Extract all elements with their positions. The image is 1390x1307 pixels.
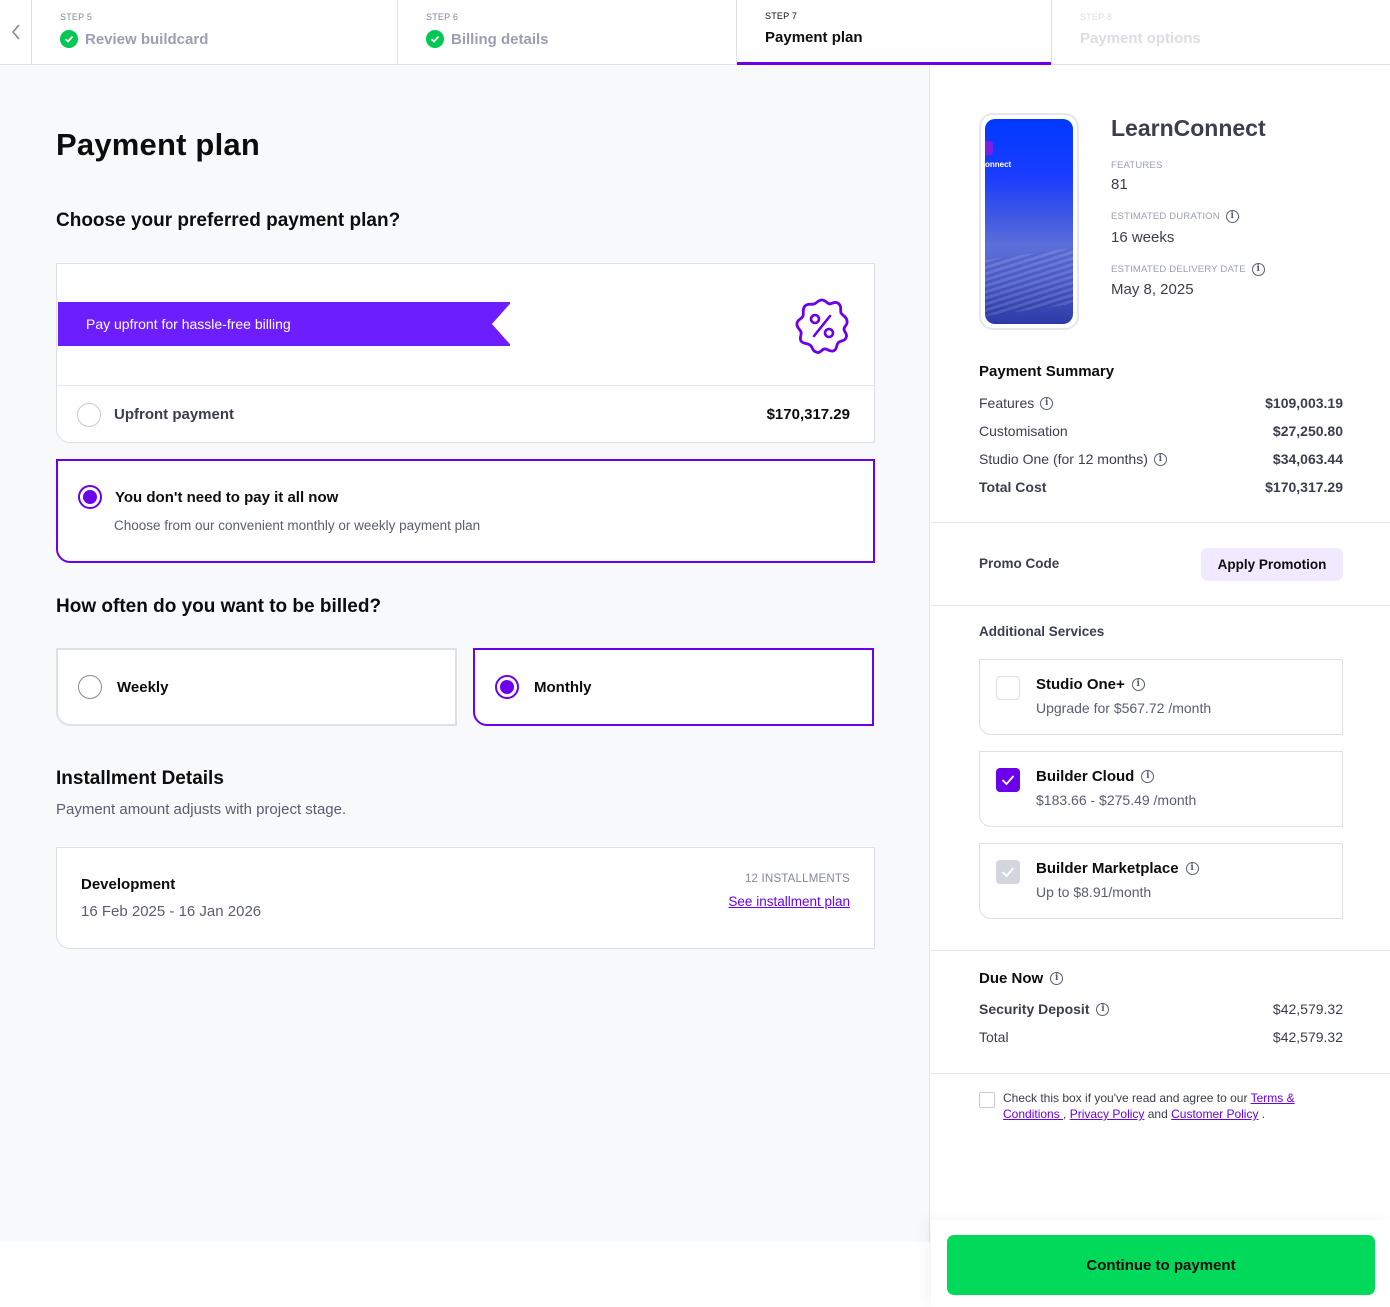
due-now-title: Due Now i xyxy=(979,970,1064,987)
app-preview: onnect xyxy=(979,113,1079,330)
service-builder-cloud[interactable]: Builder Cloud i $183.66 - $275.49 /month xyxy=(979,751,1343,827)
monthly-radio[interactable] xyxy=(495,675,519,699)
frequency-monthly-option[interactable]: Monthly xyxy=(473,648,874,726)
additional-services-title: Additional Services xyxy=(979,624,1105,639)
weekly-radio[interactable] xyxy=(78,675,102,699)
upfront-radio[interactable] xyxy=(77,402,101,427)
info-icon[interactable]: i xyxy=(1153,452,1167,466)
installment-plan-card[interactable]: You don't need to pay it all now Choose … xyxy=(56,459,875,563)
frequency-weekly-option[interactable]: Weekly xyxy=(56,648,457,726)
terms-agreement: Check this box if you've read and agree … xyxy=(979,1090,1343,1122)
customer-policy-link[interactable]: Customer Policy xyxy=(1171,1107,1258,1121)
summary-row-features: Features i $109,003.19 xyxy=(979,395,1343,411)
step-title: Payment options xyxy=(1080,30,1201,47)
info-icon[interactable]: i xyxy=(1131,678,1145,691)
builder-cloud-checkbox[interactable] xyxy=(996,768,1020,792)
step-number: STEP 7 xyxy=(765,11,798,21)
monthly-label: Monthly xyxy=(534,678,592,696)
divider xyxy=(931,950,1390,951)
main-footer xyxy=(0,1242,930,1307)
completed-check-icon xyxy=(426,30,444,48)
order-summary-sidebar: onnect LearnConnect FEATURES 81 ESTIMATE… xyxy=(931,65,1390,1307)
plan-question: Choose your preferred payment plan? xyxy=(56,210,401,231)
back-button[interactable] xyxy=(0,0,32,64)
info-icon[interactable]: i xyxy=(1141,770,1155,783)
promo-code-label: Promo Code xyxy=(979,556,1060,571)
step-payment-plan[interactable]: STEP 7 Payment plan xyxy=(737,0,1052,65)
step-title: Billing details xyxy=(451,30,549,48)
info-icon[interactable]: i xyxy=(1251,263,1265,276)
continue-to-payment-button[interactable]: Continue to payment xyxy=(947,1235,1375,1295)
discount-badge-icon xyxy=(795,298,849,354)
service-builder-marketplace: Builder Marketplace i Up to $8.91/month xyxy=(979,843,1343,919)
step-review-buildcard[interactable]: STEP 5 Review buildcard xyxy=(32,0,398,64)
info-icon[interactable]: i xyxy=(1185,862,1199,875)
checkmark-icon xyxy=(1001,867,1015,878)
divider xyxy=(931,1073,1390,1074)
project-name: LearnConnect xyxy=(1111,115,1266,141)
checkout-stepper: STEP 5 Review buildcard STEP 6 Billing d… xyxy=(0,0,1390,65)
divider xyxy=(931,605,1390,606)
upfront-price: $170,317.29 xyxy=(766,406,850,423)
terms-checkbox[interactable] xyxy=(979,1092,995,1108)
step-title: Review buildcard xyxy=(85,30,209,48)
studio-one-plus-checkbox[interactable] xyxy=(996,676,1020,700)
installment-description: Choose from our convenient monthly or we… xyxy=(114,518,481,533)
app-logo-icon xyxy=(985,141,993,155)
installment-details-subtitle: Payment amount adjusts with project stag… xyxy=(56,801,347,818)
divider xyxy=(931,522,1390,523)
installment-radio[interactable] xyxy=(78,485,102,509)
security-deposit-row: Security Deposit i $42,579.32 xyxy=(979,1001,1343,1017)
summary-row-customisation: Customisation $27,250.80 xyxy=(979,423,1343,439)
duration-label: ESTIMATED DURATION i xyxy=(1111,210,1239,223)
step-payment-options: STEP 8 Payment options xyxy=(1052,0,1390,64)
step-billing-details[interactable]: STEP 6 Billing details xyxy=(398,0,737,64)
installment-details-title: Installment Details xyxy=(56,768,224,789)
features-value: 81 xyxy=(1111,176,1128,193)
upfront-banner: Pay upfront for hassle-free billing xyxy=(57,264,874,386)
installment-label: You don't need to pay it all now xyxy=(115,488,339,506)
builder-marketplace-checkbox xyxy=(996,860,1020,884)
checkmark-icon xyxy=(1001,775,1015,786)
frequency-question: How often do you want to be billed? xyxy=(56,596,382,617)
installment-stage-card: Development 16 Feb 2025 - 16 Jan 2026 12… xyxy=(56,847,875,949)
installment-count: 12 INSTALLMENTS xyxy=(744,873,850,885)
upfront-label: Upfront payment xyxy=(114,406,234,423)
summary-row-total: Total Cost $170,317.29 xyxy=(979,479,1343,495)
payment-summary-title: Payment Summary xyxy=(979,363,1115,380)
payment-plan-main: Payment plan Choose your preferred payme… xyxy=(0,65,930,1242)
delivery-value: May 8, 2025 xyxy=(1111,281,1194,298)
stage-dates: 16 Feb 2025 - 16 Jan 2026 xyxy=(81,903,262,920)
app-preview-screen: onnect xyxy=(985,119,1073,324)
completed-check-icon xyxy=(60,30,78,48)
step-title: Payment plan xyxy=(765,29,863,46)
app-preview-name: onnect xyxy=(985,160,1012,169)
see-installment-plan-link[interactable]: See installment plan xyxy=(728,894,850,909)
stage-name: Development xyxy=(81,876,176,893)
privacy-policy-link[interactable]: Privacy Policy xyxy=(1070,1107,1145,1121)
service-studio-one-plus[interactable]: Studio One+ i Upgrade for $567.72 /month xyxy=(979,659,1343,735)
duration-value: 16 weeks xyxy=(1111,229,1175,246)
page-title: Payment plan xyxy=(56,127,260,162)
info-icon[interactable]: i xyxy=(1050,972,1064,985)
info-icon[interactable]: i xyxy=(1040,396,1054,410)
chevron-left-icon xyxy=(11,24,20,40)
apply-promotion-button[interactable]: Apply Promotion xyxy=(1201,548,1343,581)
step-number: STEP 8 xyxy=(1080,12,1113,22)
due-total-row: Total $42,579.32 xyxy=(979,1029,1343,1045)
step-number: STEP 6 xyxy=(426,12,459,22)
info-icon[interactable]: i xyxy=(1225,210,1239,223)
step-number: STEP 5 xyxy=(60,12,93,22)
upfront-payment-card[interactable]: Pay upfront for hassle-free billing Upfr… xyxy=(56,263,875,443)
summary-row-studio-one: Studio One (for 12 months) i $34,063.44 xyxy=(979,451,1343,467)
sidebar-footer: Continue to payment xyxy=(931,1220,1390,1307)
features-label: FEATURES xyxy=(1111,160,1163,171)
weekly-label: Weekly xyxy=(117,678,169,696)
info-icon[interactable]: i xyxy=(1096,1002,1110,1016)
laptop-image xyxy=(985,247,1073,317)
upfront-ribbon: Pay upfront for hassle-free billing xyxy=(58,302,510,346)
delivery-label: ESTIMATED DELIVERY DATE i xyxy=(1111,263,1265,276)
